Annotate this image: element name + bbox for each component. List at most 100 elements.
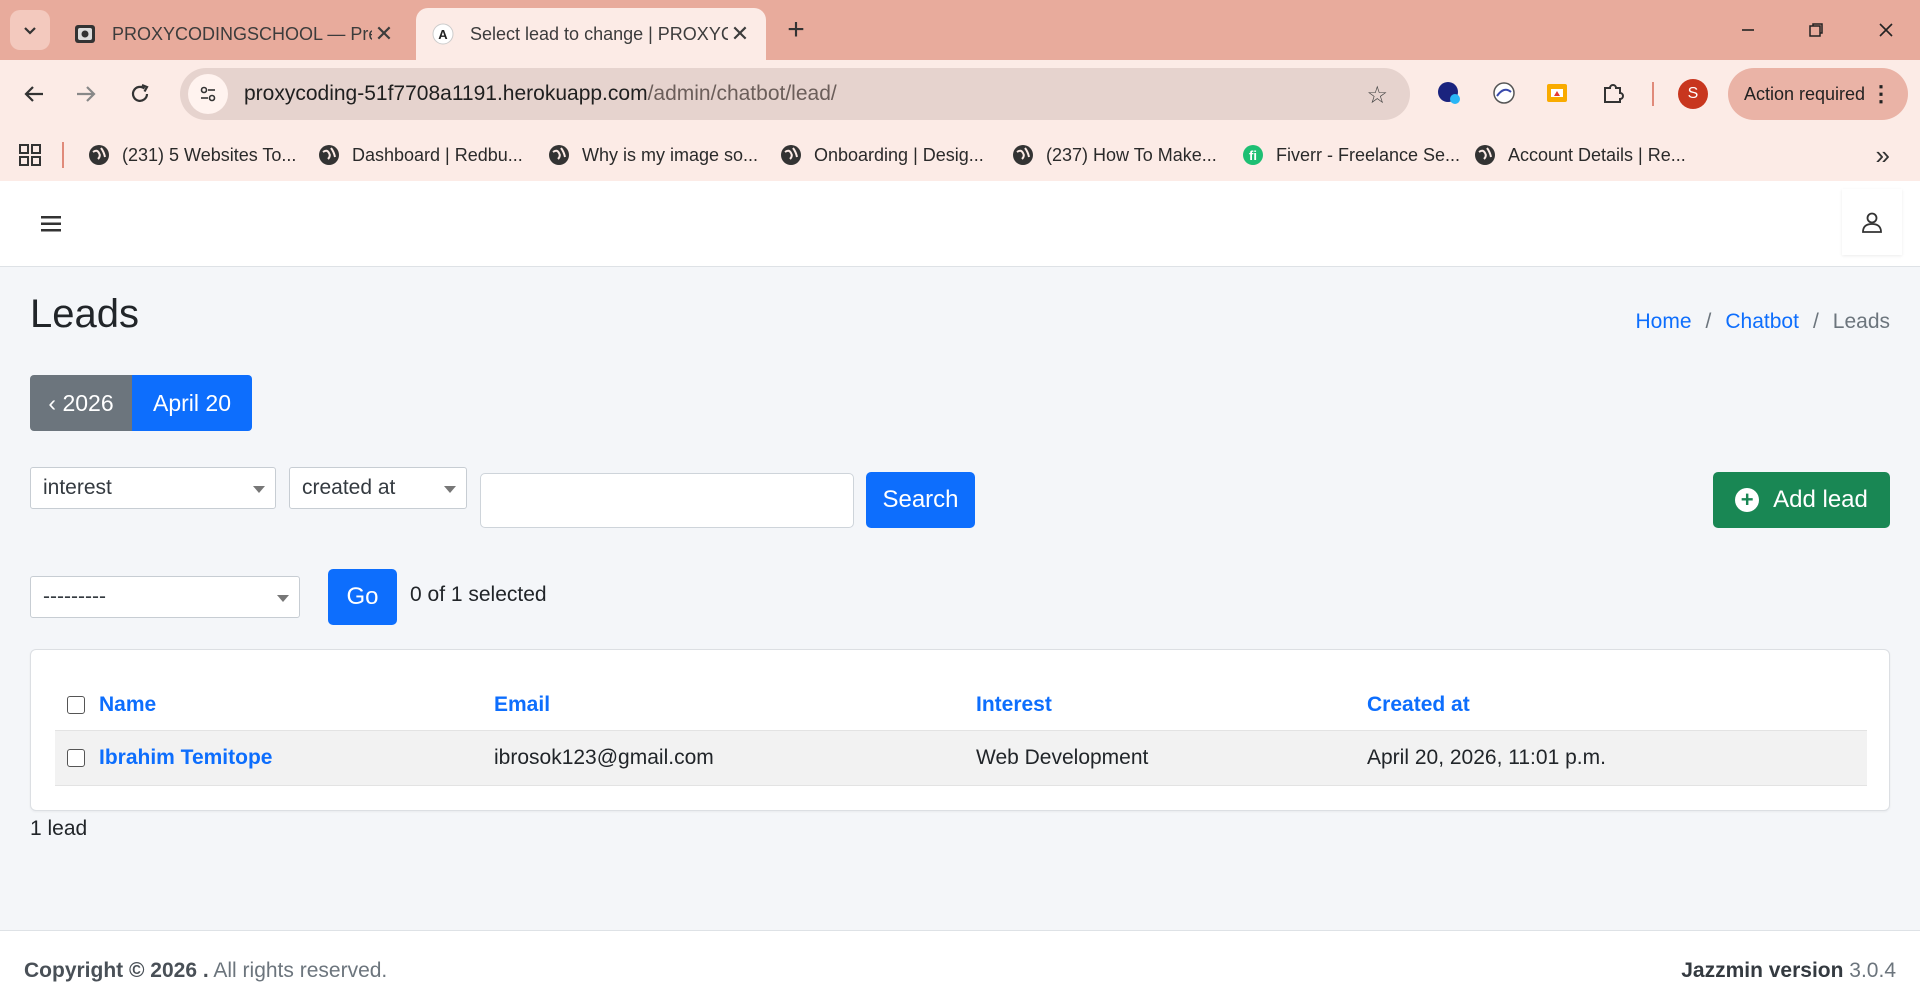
bookmark-item[interactable]: fi Fiverr - Freelance Se...: [1242, 130, 1460, 180]
lead-name-link[interactable]: Ibrahim Temitope: [99, 731, 272, 785]
footer-version: Jazzmin version 3.0.4: [1681, 959, 1896, 983]
arrow-left-icon: [24, 86, 43, 102]
close-window-icon[interactable]: [1866, 10, 1906, 50]
caret-down-icon: [253, 486, 265, 493]
bookmarks-bar: (231) 5 Websites To... Dashboard | Redbu…: [0, 130, 1920, 180]
globe-icon: [319, 145, 339, 165]
action-select[interactable]: ---------: [30, 576, 300, 618]
bookmark-item[interactable]: Onboarding | Desig...: [780, 130, 984, 180]
site-info-icon[interactable]: [188, 74, 228, 114]
globe-icon: [89, 145, 109, 165]
caret-down-icon: [444, 486, 456, 493]
tab-close-icon[interactable]: ✕: [728, 21, 752, 46]
address-bar[interactable]: proxycoding-51f7708a1191.herokuapp.com/a…: [180, 68, 1410, 120]
breadcrumb-chatbot[interactable]: Chatbot: [1725, 310, 1799, 334]
toolbar-divider: [1652, 82, 1654, 106]
tab-search-button[interactable]: [10, 10, 50, 50]
checkbox-box: [67, 749, 85, 767]
search-button[interactable]: Search: [866, 472, 975, 528]
bookmark-item[interactable]: Why is my image so...: [548, 130, 758, 180]
created-at-filter-value: created at: [302, 476, 396, 499]
copyright-bold: Copyright © 2026 .: [24, 959, 209, 982]
svg-text:A: A: [438, 27, 448, 42]
user-menu-button[interactable]: [1842, 189, 1902, 255]
bookmark-label: Fiverr - Freelance Se...: [1276, 144, 1461, 165]
minimize-icon[interactable]: [1728, 10, 1768, 50]
created-at-filter-select[interactable]: created at: [289, 467, 467, 509]
version-number: 3.0.4: [1843, 959, 1896, 982]
user-icon: [1862, 212, 1882, 233]
version-label: Jazzmin version: [1681, 959, 1844, 982]
chevron-down-icon: [24, 27, 36, 35]
breadcrumb-separator: /: [1705, 310, 1712, 333]
column-header-created-at[interactable]: Created at: [1367, 680, 1470, 730]
breadcrumb: Home / Chatbot / Leads: [1636, 310, 1891, 334]
globe-icon: [781, 145, 801, 165]
svg-text:fi: fi: [1249, 148, 1257, 163]
interest-filter-value: interest: [43, 476, 112, 499]
row-checkbox[interactable]: [67, 731, 85, 785]
bookmark-label: Why is my image so...: [582, 144, 759, 165]
back-button[interactable]: [14, 74, 54, 114]
tab-select-lead[interactable]: A Select lead to change | PROXYCODING ✕: [416, 8, 766, 60]
action-required-label: Action required: [1744, 83, 1866, 104]
url-text: proxycoding-51f7708a1191.herokuapp.com/a…: [244, 82, 837, 106]
select-all-checkbox[interactable]: [67, 680, 85, 730]
extensions-puzzle-icon[interactable]: [1596, 76, 1630, 110]
tab-close-icon[interactable]: ✕: [372, 21, 396, 46]
lead-created-at: April 20, 2026, 11:01 p.m.: [1367, 746, 1606, 769]
extension-globe-icon[interactable]: [1432, 76, 1466, 110]
action-required-button[interactable]: Action required ⋮: [1728, 68, 1908, 120]
results-card: Name Email Interest Created at Ibrahim T…: [30, 649, 1890, 811]
reload-icon: [131, 83, 149, 102]
url-host: proxycoding-51f7708a1191.herokuapp.com: [244, 82, 648, 105]
bookmark-item[interactable]: (231) 5 Websites To...: [88, 130, 296, 180]
add-lead-label: Add lead: [1773, 486, 1868, 513]
result-count: 1 lead: [30, 817, 88, 840]
date-current[interactable]: April 20: [132, 375, 252, 431]
bookmark-item[interactable]: Dashboard | Redbu...: [318, 130, 523, 180]
bookmark-item[interactable]: Account Details | Re...: [1474, 130, 1686, 180]
search-input[interactable]: [480, 473, 854, 528]
tab-proxycodingschool[interactable]: PROXYCODINGSCHOOL — Premium Coding Schoo…: [58, 8, 410, 60]
extension-eye-icon[interactable]: [1487, 76, 1521, 110]
bookmark-label: Account Details | Re...: [1508, 144, 1686, 165]
new-tab-button[interactable]: +: [778, 12, 814, 48]
column-header-email[interactable]: Email: [494, 680, 550, 730]
go-button[interactable]: Go: [328, 569, 397, 625]
caret-down-icon: [277, 595, 289, 602]
extension-slides-icon[interactable]: [1540, 76, 1574, 110]
bookmark-label: Dashboard | Redbu...: [352, 144, 523, 165]
table-row: Ibrahim Temitope ibrosok123@gmail.com We…: [55, 730, 1867, 786]
breadcrumb-home[interactable]: Home: [1636, 310, 1692, 334]
sidebar-toggle-button[interactable]: [36, 209, 66, 239]
profile-avatar[interactable]: S: [1678, 79, 1708, 109]
action-select-value: ---------: [43, 585, 106, 608]
bookmark-star-icon[interactable]: ☆: [1366, 81, 1388, 110]
browser-tabstrip: PROXYCODINGSCHOOL — Premium Coding Schoo…: [0, 0, 1920, 60]
checkbox-box: [67, 696, 85, 714]
breadcrumb-current: Leads: [1832, 310, 1890, 333]
breadcrumb-separator: /: [1812, 310, 1819, 333]
bookmarks-overflow-icon[interactable]: »: [1876, 140, 1890, 171]
apps-grid-icon[interactable]: [18, 143, 42, 172]
interest-filter-select[interactable]: interest: [30, 467, 276, 509]
bookmark-separator: [62, 142, 64, 168]
column-header-name[interactable]: Name: [99, 680, 156, 730]
forward-button[interactable]: [66, 74, 106, 114]
more-vertical-icon: ⋮: [1870, 81, 1892, 106]
bookmark-label: (237) How To Make...: [1046, 144, 1217, 165]
date-prev-year-link[interactable]: ‹ 2026: [30, 375, 132, 431]
tab-title: Select lead to change | PROXYCODING: [470, 23, 728, 44]
tab-title: PROXYCODINGSCHOOL — Premium Coding Schoo…: [112, 23, 372, 44]
bookmark-label: (231) 5 Websites To...: [122, 144, 297, 165]
column-header-interest[interactable]: Interest: [976, 680, 1052, 730]
reload-button[interactable]: [120, 74, 160, 114]
globe-icon: [1475, 145, 1495, 165]
bookmark-item[interactable]: (237) How To Make...: [1012, 130, 1217, 180]
restore-icon[interactable]: [1796, 10, 1836, 50]
plus-circle-icon: +: [1735, 488, 1760, 512]
url-path: /admin/chatbot/lead/: [647, 82, 837, 105]
add-lead-button[interactable]: + Add lead: [1713, 472, 1890, 528]
footer-copyright: Copyright © 2026 . All rights reserved.: [24, 959, 387, 983]
